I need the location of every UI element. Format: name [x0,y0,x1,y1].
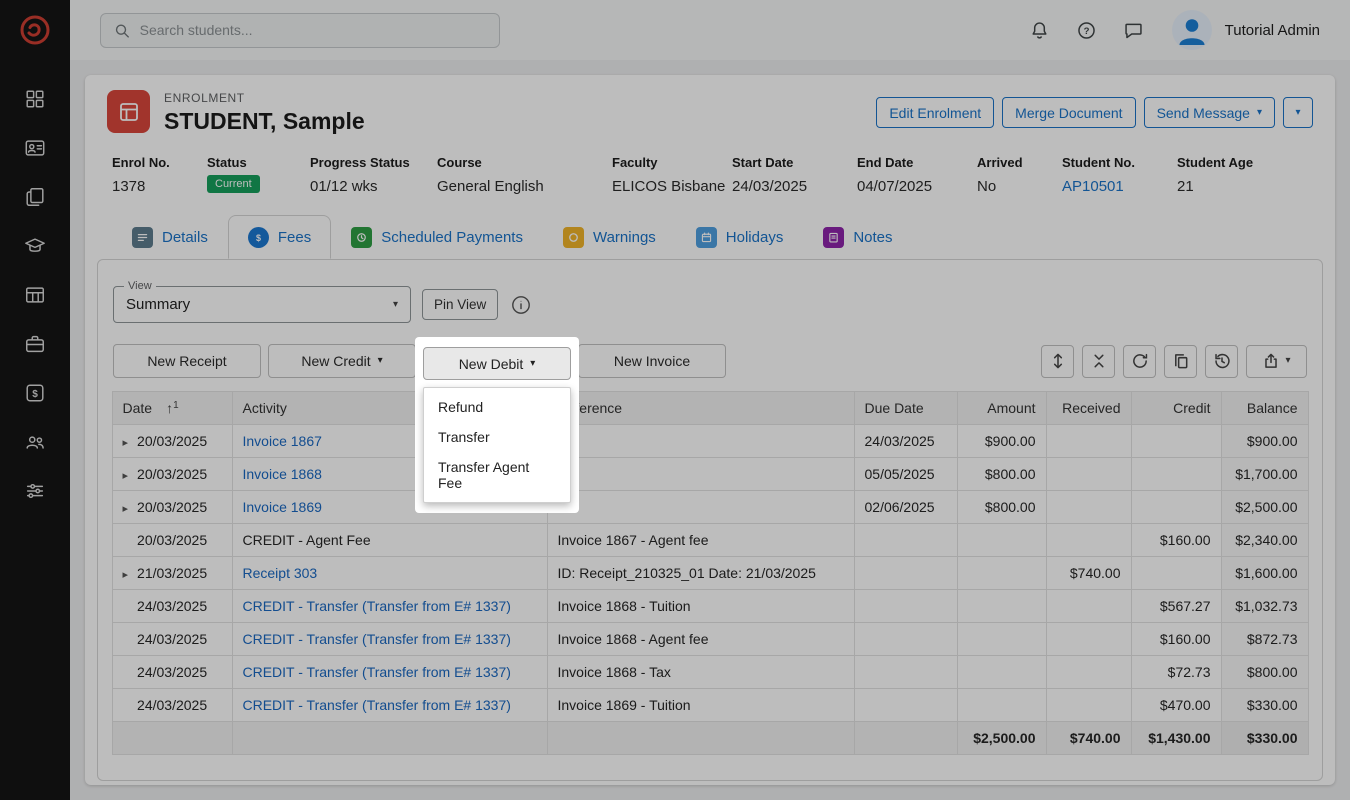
new-debit-spotlight: New Debit ▾ Refund Transfer Transfer Age… [415,337,579,513]
caret-down-icon: ▾ [530,359,535,369]
app-window: $ [0,0,1350,800]
new-debit-button[interactable]: New Debit ▾ [423,347,571,380]
menu-item-refund[interactable]: Refund [424,392,570,422]
new-debit-menu: Refund Transfer Transfer Agent Fee [423,387,571,503]
new-debit-label: New Debit [459,356,524,372]
menu-item-transfer[interactable]: Transfer [424,422,570,452]
tutorial-dim-overlay [0,0,1350,800]
menu-item-transfer-agent-fee[interactable]: Transfer Agent Fee [424,452,570,498]
